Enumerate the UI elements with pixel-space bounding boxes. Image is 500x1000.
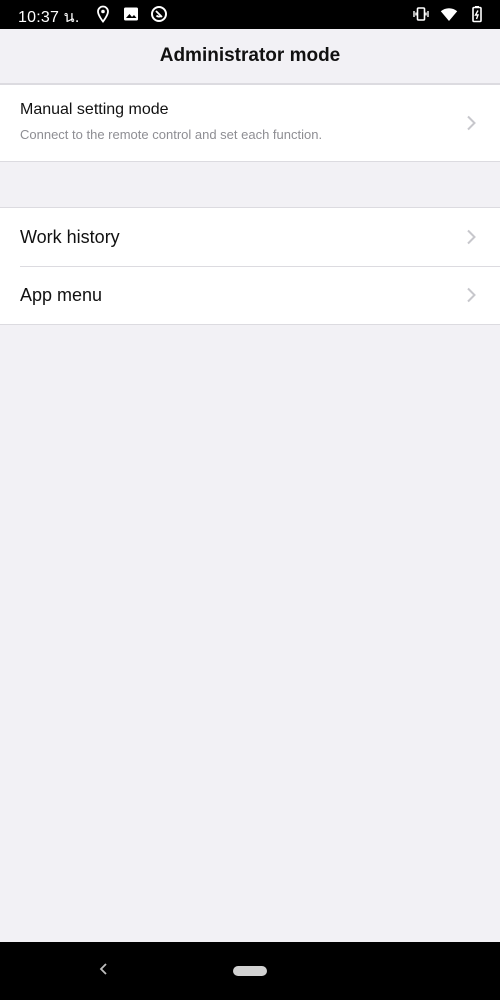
- vibrate-icon: [413, 7, 429, 21]
- location-icon: [97, 5, 109, 23]
- home-pill-button[interactable]: [233, 966, 267, 976]
- chevron-right-icon: [467, 287, 476, 303]
- status-time: 10:37 น.: [18, 9, 80, 26]
- screen: 10:37 น. Administrator mode Manual setti…: [0, 0, 500, 1000]
- menu-group: Work history App menu: [0, 207, 500, 325]
- work-history-label: Work history: [20, 226, 120, 247]
- image-icon: [124, 7, 138, 21]
- header: Administrator mode: [0, 29, 500, 84]
- settings-group: Manual setting mode Connect to the remot…: [0, 84, 500, 162]
- back-icon[interactable]: [98, 962, 110, 976]
- page-title: Administrator mode: [159, 45, 341, 66]
- manual-setting-mode-title: Manual setting mode: [20, 101, 169, 118]
- status-right-icons: [412, 5, 486, 23]
- app-menu-label: App menu: [20, 284, 103, 305]
- wifi-icon: [440, 8, 458, 21]
- manual-setting-mode-subtitle: Connect to the remote control and set ea…: [20, 127, 323, 142]
- chevron-right-icon: [467, 229, 476, 245]
- data-saver-icon: [151, 6, 167, 22]
- status-left-icons: [94, 5, 168, 23]
- chevron-right-icon: [467, 115, 476, 131]
- navigation-bar: [0, 942, 500, 1000]
- battery-icon: [472, 6, 482, 23]
- manual-setting-mode-row[interactable]: Manual setting mode Connect to the remot…: [0, 85, 500, 161]
- status-bar: 10:37 น.: [0, 0, 500, 29]
- work-history-row[interactable]: Work history: [0, 208, 500, 266]
- app-menu-row[interactable]: App menu: [0, 266, 500, 324]
